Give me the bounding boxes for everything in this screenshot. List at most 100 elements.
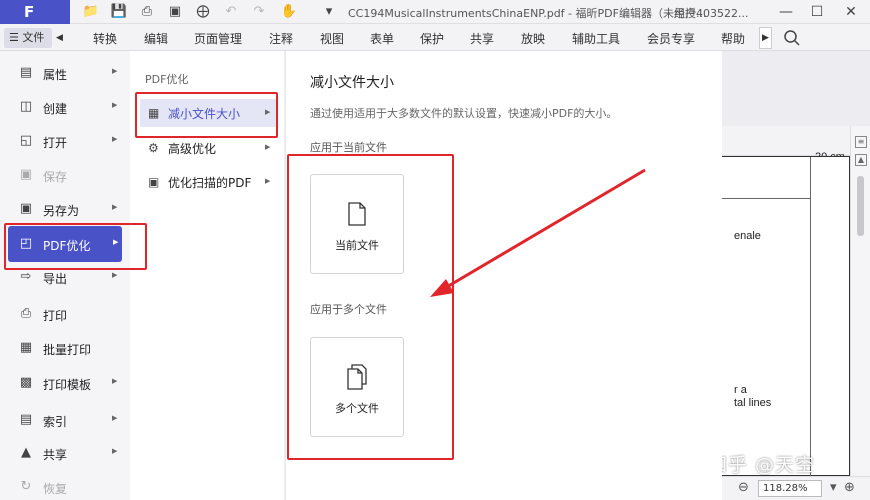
file-menu-item-save-as[interactable]: ▣ 另存为 ▶: [0, 194, 130, 224]
vertical-scrollbar[interactable]: [857, 176, 864, 236]
multiple-files-label: 多个文件: [335, 402, 379, 415]
file-menu-item-label: 批量打印: [43, 343, 92, 357]
open-icon: ◱: [19, 133, 33, 148]
chevron-right-icon: ▶: [265, 108, 271, 116]
menu-share[interactable]: 共享: [470, 30, 494, 47]
chevron-right-icon: ▶: [113, 238, 119, 246]
file-menu-item-label: 另存为: [43, 204, 80, 218]
submenu-item-advanced-optimize[interactable]: ⚙ 高级优化 ▶: [140, 134, 278, 162]
file-menu-item-create[interactable]: ◫ 创建 ▶: [0, 92, 130, 122]
file-menu-item-label: 属性: [43, 68, 68, 82]
save-icon[interactable]: 💾: [110, 3, 128, 21]
undo-icon[interactable]: ↶: [222, 3, 240, 21]
scroll-right-icon[interactable]: ▶: [759, 27, 772, 49]
submenu-item-optimize-scanned[interactable]: ▣ 优化扫描的PDF ▶: [140, 168, 278, 196]
menu-view[interactable]: 视图: [320, 30, 344, 47]
chevron-right-icon: ▶: [112, 447, 118, 455]
menu-accessibility[interactable]: 辅助工具: [572, 30, 620, 47]
file-menu-item-index[interactable]: ▤ 索引 ▶: [0, 405, 130, 435]
multiple-files-icon: [347, 364, 367, 390]
index-icon: ▤: [19, 412, 33, 427]
menu-slideshow[interactable]: 放映: [521, 30, 545, 47]
save-icon: ▣: [19, 167, 33, 182]
app-logo: F: [0, 0, 70, 24]
file-menu-item-label: 创建: [43, 102, 68, 116]
submenu-item-label: 优化扫描的PDF: [168, 176, 252, 190]
pdf-optimize-submenu: PDF优化 ▦ 减小文件大小 ▶ ⚙ 高级优化 ▶ ▣ 优化扫描的PDF ▶: [130, 51, 285, 500]
batch-print-icon: ▦: [19, 340, 33, 355]
table-divider: [810, 157, 811, 477]
menu-membership[interactable]: 会员专享: [647, 30, 695, 47]
menu-form[interactable]: 表单: [370, 30, 394, 47]
menu-protect[interactable]: 保护: [420, 30, 444, 47]
zoom-dropdown-icon[interactable]: ▾: [830, 480, 837, 495]
hand-tool-icon[interactable]: ✋: [280, 3, 298, 21]
redo-icon[interactable]: ↷: [250, 3, 268, 21]
chevron-right-icon: ▶: [112, 101, 118, 109]
file-menu-item-label: 打印: [43, 309, 68, 323]
user-account[interactable]: 用户403522...: [674, 5, 748, 21]
file-menu-item-export[interactable]: ⇨ 导出 ▶: [0, 262, 130, 292]
file-menu-item-share[interactable]: ▲ 共享 ▶: [0, 438, 130, 468]
file-menu-item-save[interactable]: ▣ 保存: [0, 160, 130, 190]
file-menu-item-print-template[interactable]: ▩ 打印模板 ▶: [0, 368, 130, 398]
new-file-icon[interactable]: ⨁: [194, 3, 212, 21]
file-menu-item-print[interactable]: ⎙ 打印: [0, 299, 130, 329]
chevron-right-icon: ▶: [265, 143, 271, 151]
zoom-out-icon[interactable]: ⊖: [738, 480, 749, 495]
zoom-in-icon[interactable]: ⊕: [844, 480, 855, 495]
advanced-optimize-icon: ⚙: [148, 141, 159, 155]
panel-settings-icon[interactable]: ≡: [855, 136, 867, 148]
current-file-button[interactable]: 当前文件: [310, 174, 404, 274]
file-menu-item-label: 恢复: [43, 482, 68, 496]
menu-help[interactable]: 帮助: [721, 30, 745, 47]
chevron-right-icon: ▶: [265, 177, 271, 185]
menu-edit[interactable]: 编辑: [144, 30, 168, 47]
chevron-right-icon: ▶: [112, 414, 118, 422]
scroll-left-icon[interactable]: ◀: [56, 29, 66, 47]
file-menu-item-open[interactable]: ◱ 打开 ▶: [0, 126, 130, 156]
file-menu-item-properties[interactable]: ▤ 属性 ▶: [0, 58, 130, 88]
submenu-item-reduce-size[interactable]: ▦ 减小文件大小 ▶: [140, 99, 278, 127]
close-icon[interactable]: ✕: [840, 2, 862, 22]
current-file-label: 当前文件: [335, 239, 379, 252]
minimize-icon[interactable]: —: [775, 2, 797, 22]
single-file-icon: [348, 202, 366, 226]
file-menu-item-restore[interactable]: ↻ 恢复: [0, 472, 130, 500]
file-menu-item-pdf-optimize[interactable]: ◰ PDF优化 ▶: [8, 226, 122, 262]
submenu-item-label: 减小文件大小: [168, 107, 241, 121]
submenu-title: PDF优化: [145, 73, 189, 86]
customize-dropdown-icon[interactable]: ▾: [320, 3, 338, 21]
maximize-icon[interactable]: ☐: [806, 2, 828, 22]
open-folder-icon[interactable]: 📁: [82, 3, 100, 21]
print-icon: ⎙: [20, 306, 32, 321]
file-menu-sidebar: ▤ 属性 ▶ ◫ 创建 ▶ ◱ 打开 ▶ ▣ 保存 ▣ 另存为 ▶ ◰ PDF优…: [0, 51, 130, 500]
menu-page-manage[interactable]: 页面管理: [194, 30, 242, 47]
file-menu-button[interactable]: ☰ 文件: [4, 28, 52, 48]
chevron-right-icon: ▶: [112, 271, 118, 279]
panel-title: 减小文件大小: [310, 75, 394, 91]
document-page: enale r a tal lines: [722, 156, 850, 477]
chevron-right-icon: ▶: [112, 135, 118, 143]
panel-description: 通过使用适用于大多数文件的默认设置，快速减小PDF的大小。: [310, 107, 618, 120]
share-icon: ▲: [21, 445, 31, 460]
title-bar: F 📁 💾 ⎙ ▣ ⨁ ↶ ↷ ✋ ▾ CC194MusicalInstrume…: [0, 0, 870, 24]
chevron-right-icon: ▶: [112, 203, 118, 211]
print-icon[interactable]: ⎙: [138, 3, 156, 21]
export-icon: ⇨: [20, 269, 32, 284]
file-menu-item-batch-print[interactable]: ▦ 批量打印: [0, 333, 130, 363]
watermark: 知乎 @天空: [708, 454, 816, 476]
scroll-up-icon[interactable]: ▲: [855, 154, 867, 166]
search-icon[interactable]: [783, 29, 801, 47]
table-divider: [722, 198, 810, 199]
pdf-optimize-icon: ◰: [19, 236, 33, 251]
zoom-level-input[interactable]: 118.28%: [758, 480, 822, 497]
scan-icon[interactable]: ▣: [166, 3, 184, 21]
restore-icon: ↻: [20, 479, 32, 494]
file-menu-item-label: 打印模板: [43, 378, 92, 392]
menu-comment[interactable]: 注释: [269, 30, 293, 47]
multiple-files-button[interactable]: 多个文件: [310, 337, 404, 437]
menu-bar: ☰ 文件 ◀ 转换 编辑 页面管理 注释 视图 表单 保护 共享 放映 辅助工具…: [0, 24, 870, 51]
menu-convert[interactable]: 转换: [93, 30, 117, 47]
file-menu-item-label: 索引: [43, 415, 68, 429]
